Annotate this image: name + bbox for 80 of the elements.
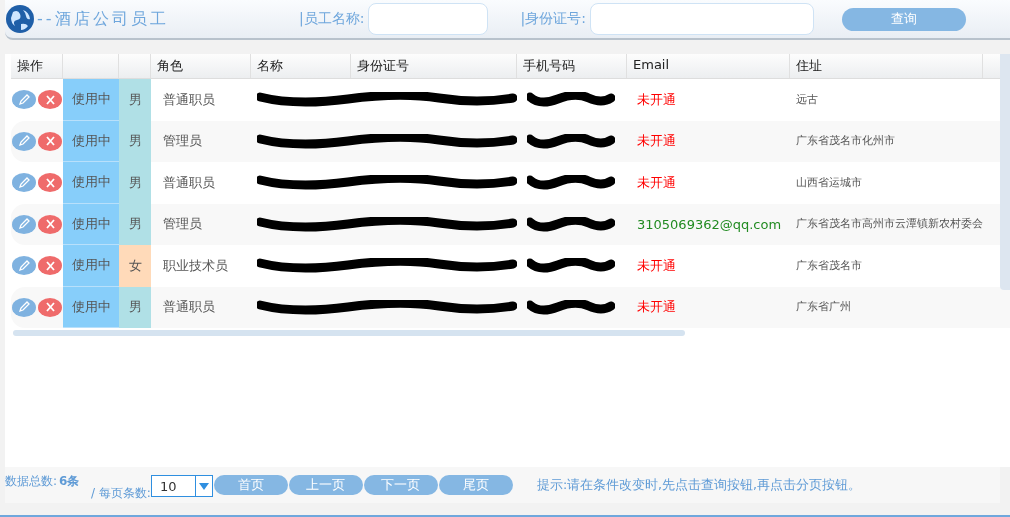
role-text: 普通职员 — [163, 173, 215, 192]
delete-button[interactable] — [38, 173, 62, 193]
pencil-icon — [18, 135, 30, 148]
hint-text: 提示:请在条件改变时,先点击查询按钮,再点击分页按钮。 — [536, 476, 862, 494]
x-icon — [45, 219, 55, 230]
page-button[interactable]: 首页 — [213, 475, 288, 495]
pencil-icon — [18, 301, 30, 314]
column-header: 身份证号 — [351, 54, 517, 78]
role-text: 普通职员 — [163, 90, 215, 109]
email-text: 未开通 — [637, 132, 676, 151]
column-header: 角色 — [151, 54, 251, 78]
field-label: |身份证号: — [520, 10, 586, 28]
status-text: 使用中 — [71, 214, 111, 233]
address-text: 远古 — [796, 92, 818, 107]
gender-cell: 男 — [119, 162, 151, 204]
x-icon — [45, 177, 55, 188]
page-button[interactable]: 尾页 — [438, 475, 513, 495]
edit-button[interactable] — [12, 256, 36, 276]
delete-button[interactable] — [38, 90, 62, 110]
email-text: 未开通 — [637, 90, 676, 109]
status-text: 使用中 — [71, 297, 111, 316]
total-count: 6条 — [59, 474, 80, 488]
email-text: 未开通 — [637, 173, 676, 192]
edit-button[interactable] — [12, 173, 36, 193]
field-label: |员工名称: — [299, 10, 365, 28]
email-text: 3105069362@qq.com — [637, 216, 782, 232]
name-field[interactable] — [368, 3, 489, 35]
edit-button[interactable] — [12, 131, 36, 151]
role-text: 管理员 — [163, 132, 202, 151]
status-text: 使用中 — [71, 90, 111, 109]
x-icon — [45, 302, 55, 313]
gender-cell: 男 — [119, 120, 151, 162]
role-text: 管理员 — [163, 215, 202, 234]
email-text: 未开通 — [637, 256, 676, 275]
role-text: 普通职员 — [163, 298, 215, 317]
column-header: 手机号码 — [517, 54, 627, 78]
pencil-icon — [18, 176, 30, 189]
address-text: 广东省茂名市 — [796, 258, 862, 273]
delete-button[interactable] — [38, 214, 62, 234]
search-button[interactable]: 查询 — [841, 7, 966, 31]
status-text: 使用中 — [71, 256, 111, 275]
address-text: 广东省茂名市化州市 — [796, 134, 895, 149]
per-page-select[interactable]: 10 — [150, 475, 213, 497]
address-text: 山西省运城市 — [796, 175, 862, 190]
x-icon — [45, 260, 55, 271]
pencil-icon — [18, 259, 30, 272]
status-text: 使用中 — [71, 131, 111, 150]
globe-icon — [5, 4, 35, 34]
column-header: 住址 — [790, 54, 983, 78]
gender-cell: 女 — [119, 245, 151, 287]
delete-button[interactable] — [38, 131, 62, 151]
pencil-icon — [18, 218, 30, 231]
column-header: 操作 — [11, 54, 63, 78]
edit-button[interactable] — [12, 90, 36, 110]
page-button[interactable]: 下一页 — [363, 475, 438, 495]
edit-button[interactable] — [12, 214, 36, 234]
vertical-scrollbar[interactable] — [1000, 54, 1010, 290]
gender-cell: 男 — [119, 286, 151, 328]
per-page-label: / 每页条数: — [91, 484, 151, 502]
horizontal-scrollbar[interactable] — [13, 330, 685, 336]
x-icon — [45, 94, 55, 105]
delete-button[interactable] — [38, 256, 62, 276]
total-label: 数据总数: — [5, 474, 58, 488]
id-field[interactable] — [589, 3, 814, 35]
role-text: 职业技术员 — [163, 256, 228, 275]
pencil-icon — [18, 93, 30, 106]
gender-cell: 男 — [119, 79, 151, 121]
page-button[interactable]: 上一页 — [288, 475, 363, 495]
column-header: Email — [627, 54, 790, 78]
edit-button[interactable] — [12, 297, 36, 317]
address-text: 广东省广州 — [796, 300, 851, 315]
column-header: 名称 — [251, 54, 351, 78]
email-text: 未开通 — [637, 298, 676, 317]
address-text: 广东省茂名市高州市云潭镇新农村委会 — [796, 217, 983, 232]
app-title: --酒店公司员工 — [37, 8, 170, 30]
status-text: 使用中 — [71, 173, 111, 192]
gender-cell: 男 — [119, 203, 151, 245]
delete-button[interactable] — [38, 297, 62, 317]
x-icon — [45, 136, 55, 147]
dropdown-arrow-icon — [198, 482, 209, 490]
